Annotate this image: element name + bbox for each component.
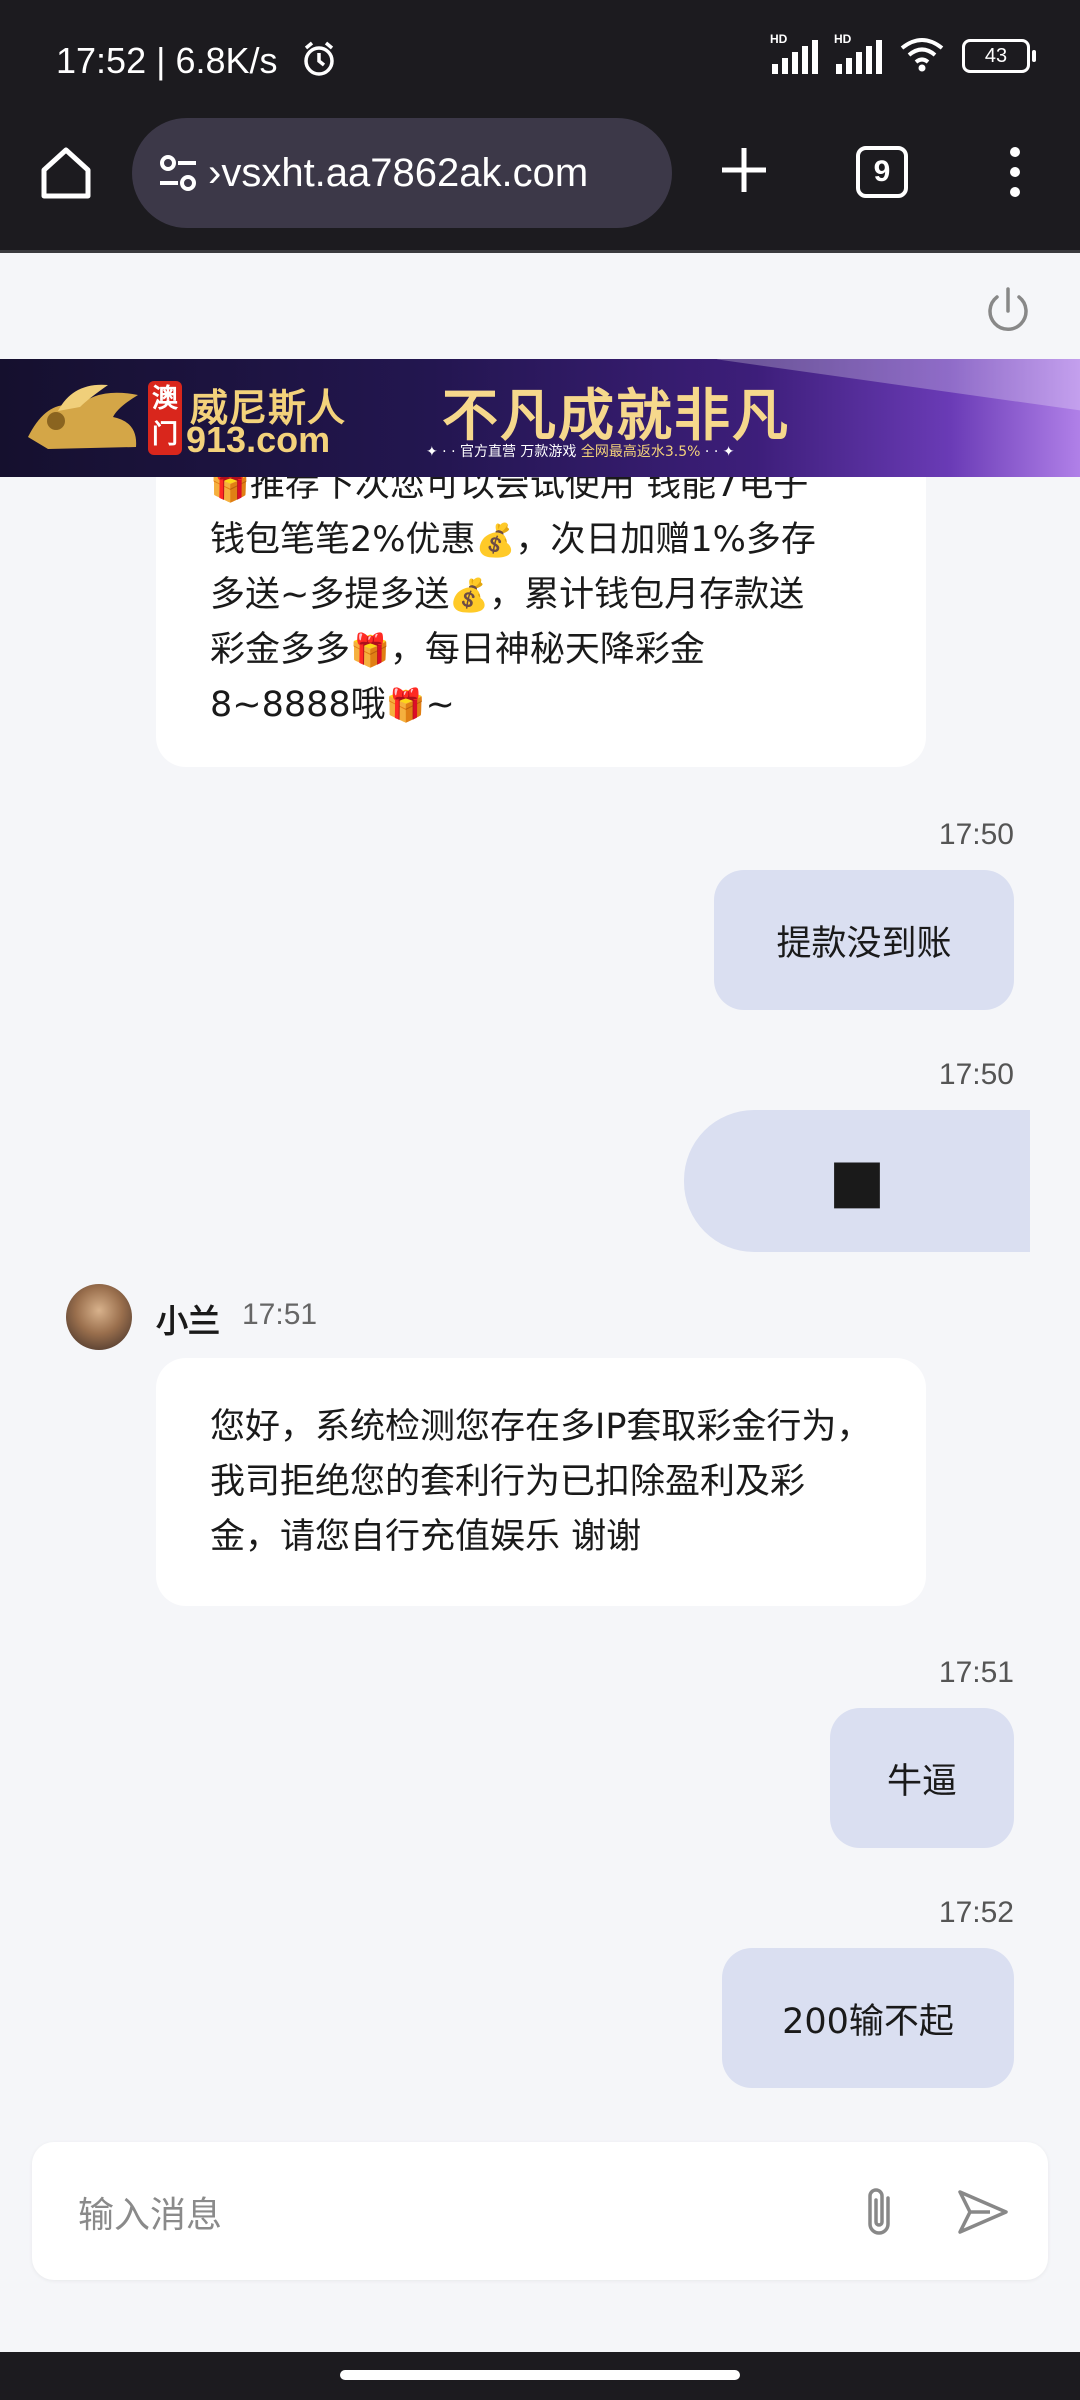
message-time: 17:50 bbox=[938, 1058, 1014, 1091]
url-text: ›vsxht.aa7862ak.com bbox=[208, 150, 589, 195]
message-bubble-incoming: 您好，系统检测您存在多IP套取彩金行为，我司拒绝您的套利行为已扣除盈利及彩金，请… bbox=[156, 1358, 926, 1606]
chat-header bbox=[0, 253, 1080, 359]
banner-brand-domain: 913.com bbox=[186, 419, 331, 460]
money-bag-icon: 💰 bbox=[449, 576, 490, 614]
home-indicator[interactable] bbox=[340, 2370, 740, 2380]
battery-icon: 43 bbox=[962, 39, 1036, 73]
message-input-bar[interactable]: 输入消息 bbox=[32, 2142, 1048, 2280]
avatar[interactable] bbox=[66, 1284, 132, 1350]
browser-toolbar: ›vsxht.aa7862ak.com 9 bbox=[0, 118, 1080, 253]
sender-name: 小兰 bbox=[156, 1302, 221, 1340]
wifi-icon bbox=[900, 36, 944, 76]
message-bubble-outgoing: 提款没到账 bbox=[714, 870, 1014, 1010]
banner-subslogan: ✦ · · 官方直营 万款游戏 全网最高返水3.5% · · ✦ bbox=[426, 444, 735, 460]
home-icon[interactable] bbox=[36, 142, 96, 202]
banner-slogan: 不凡成就非凡 bbox=[442, 383, 790, 449]
message-bubble-outgoing: 200输不起 bbox=[722, 1948, 1014, 2088]
message-line: 8~8888哦🎁~ bbox=[210, 685, 455, 725]
power-icon[interactable] bbox=[980, 283, 1036, 339]
image-placeholder: ■ bbox=[828, 1146, 886, 1216]
new-tab-icon[interactable] bbox=[712, 138, 776, 202]
paperclip-icon[interactable] bbox=[848, 2180, 912, 2244]
sender-time: 17:51 bbox=[242, 1298, 318, 1331]
money-bag-icon: 💰 bbox=[475, 521, 516, 559]
status-time: 17:52 | 6.8K/s bbox=[56, 40, 278, 81]
message-time: 17:51 bbox=[938, 1656, 1014, 1689]
system-nav-bar bbox=[0, 2352, 1080, 2400]
gift-icon: 🎁 bbox=[350, 631, 390, 669]
signal-icon-2: HD bbox=[834, 32, 882, 74]
macau-badge: 澳门 bbox=[148, 381, 182, 455]
winged-lion-logo-icon bbox=[18, 377, 148, 463]
message-time: 17:50 bbox=[938, 818, 1014, 851]
tab-switcher-button[interactable]: 9 bbox=[856, 146, 908, 198]
gift-icon: 🎁 bbox=[385, 686, 426, 724]
message-line: 多送~多提多送💰，累计钱包月存款送 bbox=[210, 575, 805, 615]
alarm-icon bbox=[300, 40, 338, 78]
message-line: 钱包笔笔2%优惠💰，次日加赠1%多存 bbox=[210, 520, 816, 560]
signal-icon: HD bbox=[770, 32, 818, 74]
message-time: 17:52 bbox=[938, 1896, 1014, 1929]
ad-banner[interactable]: 澳门 威尼斯人 913.com 不凡成就非凡 ✦ · · 官方直营 万款游戏 全… bbox=[0, 359, 1080, 477]
site-settings-icon[interactable] bbox=[154, 149, 202, 197]
message-bubble-outgoing-image: ■ bbox=[684, 1110, 1030, 1252]
status-bar: 17:52 | 6.8K/s HD HD 43 bbox=[0, 0, 1080, 118]
more-menu-icon[interactable] bbox=[1000, 140, 1030, 204]
send-icon[interactable] bbox=[950, 2180, 1014, 2244]
url-bar[interactable]: ›vsxht.aa7862ak.com bbox=[132, 118, 672, 228]
message-bubble-incoming: 🎁推荐下次您可以尝试使用 钱能7电子 钱包笔笔2%优惠💰，次日加赠1%多存 多送… bbox=[156, 440, 926, 767]
message-input[interactable]: 输入消息 bbox=[78, 2186, 222, 2238]
message-bubble-outgoing: 牛逼 bbox=[830, 1708, 1014, 1848]
message-line: 彩金多多🎁，每日神秘天降彩金 bbox=[210, 630, 705, 670]
